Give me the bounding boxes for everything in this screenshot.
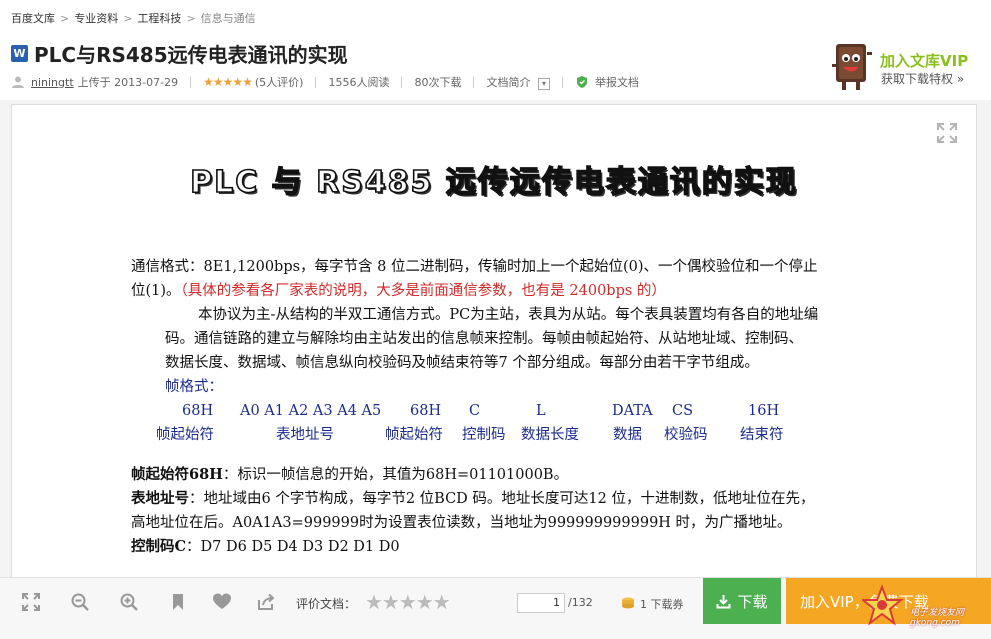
- vip-promo[interactable]: 加入文库VIP 获取下载特权 »: [830, 38, 988, 94]
- zoom-in-icon[interactable]: [119, 592, 139, 612]
- breadcrumb-wenku[interactable]: 百度文库: [11, 10, 55, 26]
- breadcrumb-separator: >: [123, 11, 133, 25]
- breadcrumb-engineering[interactable]: 工程科技: [137, 10, 181, 26]
- frame-code: CS: [672, 403, 694, 419]
- rating-count: (5人评价): [254, 76, 304, 89]
- user-icon: [12, 76, 24, 88]
- frame-name: 控制码: [462, 427, 506, 443]
- text-span: 位(1)。: [131, 283, 181, 299]
- download-button[interactable]: 下载: [703, 578, 781, 624]
- frame-name: 帧起始符: [385, 427, 443, 443]
- fullscreen-expand-icon[interactable]: [936, 122, 958, 144]
- coupon-icon: [622, 597, 634, 609]
- paragraph-line: 通信格式：8E1,1200bps，每字节含 8 位二进制码，传输时加上一个起始位…: [131, 259, 818, 275]
- download-count: 80次下载: [414, 76, 462, 89]
- zoom-out-icon[interactable]: [70, 592, 90, 612]
- chevron-down-icon: ▾: [537, 78, 550, 90]
- rate-doc-label: 评价文档：: [296, 597, 357, 611]
- frame-name: 数据长度: [521, 427, 579, 443]
- frame-name: 数据: [613, 427, 642, 443]
- upload-date: 上传于 2013-07-29: [77, 76, 179, 89]
- vip-title: 加入文库VIP: [880, 52, 969, 70]
- paragraph-line: 位(1)。（具体的参看各厂家表的说明，大多是前面通信参数，也有是 2400bps…: [131, 279, 911, 303]
- vip-subtitle: 获取下载特权 »: [881, 72, 965, 86]
- frame-names-row: 帧起始符 表地址号 帧起始符 控制码 数据长度 数据 校验码 结束符: [131, 423, 911, 447]
- paragraph-line: 控制码C：D7 D6 D5 D4 D3 D2 D1 D0: [131, 535, 911, 559]
- frame-code: C: [469, 403, 481, 419]
- bottom-toolbar: 评价文档： ★★★★★ 1 /132 1 下载券 下载 加入VIP，免费下载: [0, 577, 991, 639]
- text-span: ：地址域由6 个字节构成，每字节2 位BCD 码。地址长度可达12 位，十进制数…: [189, 491, 815, 507]
- doc-header: 百度文库 > 专业资料 > 工程科技 > 信息与通信 W PLC与RS485远传…: [0, 0, 991, 100]
- coupon-cost: 1 下载券: [640, 598, 684, 611]
- doc-title-row: W PLC与RS485远传电表通讯的实现: [11, 39, 348, 68]
- note-red: （具体的参看各厂家表的说明，大多是前面通信参数，也有是 2400bps 的）: [180, 283, 666, 299]
- watermark-text: 电子发烧友网 gkong.com: [910, 608, 965, 628]
- frame-code: 68H: [410, 403, 442, 419]
- frame-name: 帧起始符: [156, 427, 214, 443]
- paragraph-line: 本协议为主-从结构的半双工通信方式。PC为主站，表具为从站。每个表具装置均有各自…: [198, 307, 819, 323]
- frame-code: 16H: [748, 403, 780, 419]
- page-total: /132: [568, 596, 593, 609]
- frame-code: DATA: [612, 403, 653, 419]
- term-bold: 帧起始符68H: [131, 466, 223, 483]
- paragraph-line: 表地址号：地址域由6 个字节构成，每字节2 位BCD 码。地址长度可达12 位，…: [131, 487, 911, 511]
- heart-icon[interactable]: [212, 592, 232, 612]
- author-link[interactable]: niningtt: [31, 76, 74, 89]
- breadcrumb: 百度文库 > 专业资料 > 工程科技 > 信息与通信: [11, 10, 256, 26]
- page-body: 通信格式：8E1,1200bps，每字节含 8 位二进制码，传输时加上一个起始位…: [131, 255, 911, 559]
- doc-meta: niningtt 上传于 2013-07-29 ★★★★★ (5人评价) 155…: [11, 74, 639, 90]
- book-mascot-icon: [832, 44, 872, 90]
- term-bold: 表地址号: [131, 490, 189, 507]
- doc-summary-toggle[interactable]: 文档简介 ▾: [486, 74, 550, 90]
- paragraph-line: 高地址位在后。A0A1A3=999999时为设置表位读数，当地址为9999999…: [131, 515, 792, 531]
- page-heading: PLC 与 RS485 远传远传电表通讯的实现: [189, 164, 798, 201]
- paragraph-line: 码。通信链路的建立与解除均由主站发出的信息帧来控制。每帧由帧起始符、从站地址域、…: [165, 331, 803, 347]
- breadcrumb-telecom[interactable]: 信息与通信: [201, 10, 256, 26]
- frame-code: 68H: [182, 403, 214, 419]
- doc-title: PLC与RS485远传电表通讯的实现: [34, 43, 348, 67]
- rate-stars-input[interactable]: ★★★★★: [365, 590, 451, 614]
- paragraph-line: 帧起始符68H：标识一帧信息的开始，其值为68H=01101000B。: [131, 463, 911, 487]
- shield-icon: [576, 76, 587, 88]
- paragraph-line: 数据长度、数据域、帧信息纵向校验码及帧结束符等7 个部分组成。每部分由若干字节组…: [165, 355, 759, 371]
- download-icon: [716, 594, 731, 608]
- divider: [473, 76, 475, 88]
- frame-name: 结束符: [740, 427, 784, 443]
- bookmark-icon[interactable]: [168, 592, 188, 612]
- read-count: 1556人阅读: [328, 76, 390, 89]
- text-span: ：D7 D6 D5 D4 D3 D2 D1 D0: [186, 539, 400, 555]
- word-doc-icon: W: [11, 45, 28, 62]
- divider: [190, 76, 192, 88]
- breadcrumb-professional[interactable]: 专业资料: [74, 10, 118, 26]
- fullscreen-icon[interactable]: [21, 592, 41, 612]
- frame-codes-row: 68H A0 A1 A2 A3 A4 A5 68H C L DATA CS 16…: [131, 399, 911, 423]
- download-label: 下载: [737, 592, 768, 611]
- breadcrumb-separator: >: [186, 11, 196, 25]
- frame-name: 表地址号: [276, 427, 334, 443]
- frame-code: A0 A1 A2 A3 A4 A5: [240, 403, 382, 419]
- divider: [315, 76, 317, 88]
- rating-stars: ★★★★★: [203, 75, 253, 89]
- text-span: ：标识一帧信息的开始，其值为68H=01101000B。: [222, 467, 569, 483]
- frame-code: L: [536, 403, 546, 419]
- page-number-input[interactable]: 1: [517, 593, 565, 613]
- frame-format-label: 帧格式：: [165, 379, 223, 395]
- divider: [561, 76, 563, 88]
- doc-viewer: PLC 与 RS485 远传远传电表通讯的实现 通信格式：8E1,1200bps…: [11, 104, 977, 579]
- share-icon[interactable]: [256, 592, 276, 612]
- breadcrumb-separator: >: [60, 11, 70, 25]
- doc-summary-label: 文档简介: [486, 76, 531, 89]
- report-doc-link[interactable]: 举报文档: [595, 74, 639, 90]
- frame-name: 校验码: [664, 427, 708, 443]
- divider: [401, 76, 403, 88]
- term-bold: 控制码C: [131, 538, 187, 555]
